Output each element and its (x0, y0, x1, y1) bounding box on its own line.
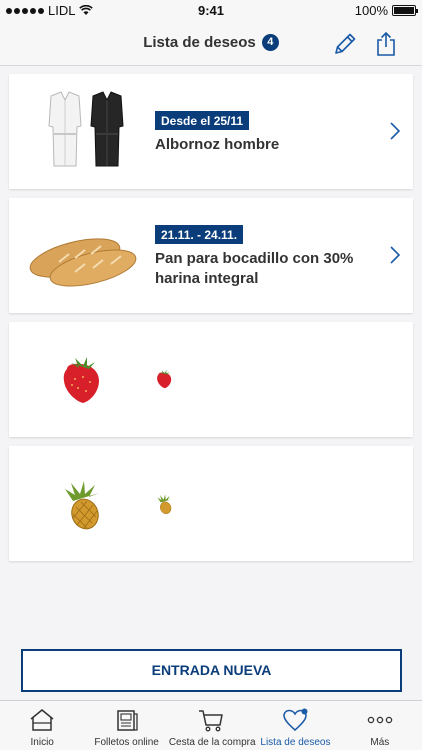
navigation-bar: Lista de deseos 4 (0, 22, 422, 66)
tab-cesta[interactable]: Cesta de la compra (168, 701, 256, 750)
product-name: Pan para bocadillo con 30% harina integr… (155, 250, 354, 287)
strawberry-thumbnail (157, 369, 172, 389)
wishlist-item[interactable]: 21.11. - 24.11. Pan para bocadillo con 3… (9, 198, 413, 313)
cart-icon (199, 710, 223, 732)
new-entry-button[interactable]: ENTRADA NUEVA (21, 649, 402, 692)
wishlist-item[interactable] (9, 322, 413, 437)
chevron-right-icon[interactable] (389, 121, 401, 141)
more-icon (367, 716, 393, 724)
heart-icon (283, 708, 308, 731)
tab-label: Inicio (30, 737, 54, 748)
tab-lista-deseos[interactable]: Lista de deseos (253, 701, 337, 750)
bathrobes-image (48, 91, 124, 167)
tab-label: Lista de deseos (260, 737, 331, 748)
availability-tag: Desde el 25/11 (155, 111, 250, 130)
tab-bar: Inicio Folletos online Cesta de la compr… (0, 700, 422, 750)
baguettes-image (29, 238, 137, 287)
battery-info: 100% (354, 3, 418, 18)
share-icon (377, 31, 395, 56)
share-button[interactable] (372, 30, 400, 58)
edit-button[interactable] (331, 30, 359, 58)
tab-inicio[interactable]: Inicio (0, 701, 84, 750)
pineapple-thumbnail (157, 494, 172, 515)
chevron-right-icon[interactable] (389, 245, 401, 265)
status-bar: LIDL 9:41 100% (0, 0, 422, 22)
strawberry-image (63, 357, 99, 403)
wishlist-item[interactable]: Desde el 25/11 Albornoz hombre (9, 74, 413, 189)
availability-tag: 21.11. - 24.11. (155, 225, 244, 244)
tab-label: Cesta de la compra (168, 737, 256, 748)
home-icon (30, 709, 54, 731)
page-title-text: Lista de deseos (143, 34, 256, 51)
leaflet-icon (116, 710, 138, 731)
tab-mas[interactable]: Más (338, 701, 422, 750)
battery-percent: 100% (354, 3, 388, 18)
tab-label: Más (370, 737, 390, 748)
battery-level (394, 7, 414, 14)
pencil-icon (335, 33, 356, 54)
count-badge: 4 (261, 34, 279, 51)
battery-icon (392, 5, 418, 16)
product-name: Albornoz hombre (155, 136, 280, 153)
pineapple-image (65, 481, 99, 530)
tab-folletos[interactable]: Folletos online (84, 701, 168, 750)
wishlist-item[interactable] (9, 446, 413, 561)
tab-label: Folletos online (94, 737, 159, 748)
